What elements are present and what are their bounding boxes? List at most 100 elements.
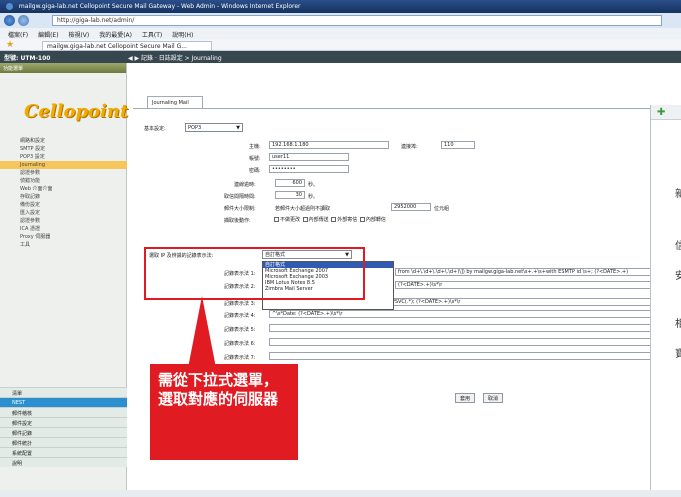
menu-favorites[interactable]: 我的最愛(A) bbox=[99, 32, 132, 39]
checkbox[interactable] bbox=[359, 217, 365, 222]
cancel-button[interactable]: 取消 bbox=[483, 393, 504, 403]
size-limit-input[interactable]: 2952000 bbox=[391, 203, 431, 211]
sidebar-item[interactable]: 認證參數 bbox=[0, 169, 127, 177]
menu-edit[interactable]: 編輯(E) bbox=[38, 32, 58, 39]
sidebar-section[interactable]: 說明 bbox=[0, 457, 127, 467]
window-title: mailgw.giga-lab.net Cellopoint Secure Ma… bbox=[18, 3, 301, 10]
size-limit-label: 郵件大小限制: bbox=[224, 206, 256, 212]
dialog-text: 新 bbox=[675, 189, 681, 200]
basic-settings-select[interactable]: POP3 ▼ bbox=[185, 123, 243, 132]
timeout-input[interactable]: 600 bbox=[275, 179, 305, 187]
url-input[interactable]: http://giga-lab.net/admin/ bbox=[52, 15, 662, 26]
regex-input-1[interactable]: from \d+\.\d+\.\d+\.\d+)\]) by mailgw.gi… bbox=[395, 268, 675, 276]
sidebar-item[interactable]: SMTP 設定 bbox=[0, 145, 127, 153]
sidebar-item[interactable]: Proxy 伺服器 bbox=[0, 233, 127, 241]
highlight-box bbox=[144, 247, 365, 300]
address-bar: http://giga-lab.net/admin/ bbox=[0, 13, 681, 28]
sidebar-section[interactable]: 系統配置 bbox=[0, 447, 127, 457]
basic-settings-value: POP3 bbox=[188, 125, 202, 131]
regex-input-5[interactable] bbox=[269, 324, 675, 332]
side-dialog: ✚ 新 信 安 相 寶 bbox=[650, 105, 681, 497]
option-label: 內部傳送 bbox=[308, 217, 329, 223]
status-bar bbox=[0, 490, 681, 497]
regex-input-7[interactable] bbox=[269, 352, 675, 360]
basic-settings-label: 基本設定: bbox=[144, 126, 166, 132]
sidebar-item[interactable]: 匯入設定 bbox=[0, 209, 127, 217]
menu-view[interactable]: 檢視(V) bbox=[68, 32, 89, 39]
dialog-text: 安 bbox=[675, 271, 681, 282]
tab-journaling-mail[interactable]: Journaling Mail bbox=[147, 96, 203, 108]
password-label: 密碼: bbox=[249, 168, 261, 174]
menu-help[interactable]: 說明(H) bbox=[172, 32, 193, 39]
dialog-text: 信 bbox=[675, 241, 681, 252]
add-icon[interactable]: ✚ bbox=[657, 107, 665, 118]
callout-pointer bbox=[188, 296, 216, 368]
sidebar-item[interactable]: 存取記錄 bbox=[0, 193, 127, 201]
sidebar-item-journaling[interactable]: Journaling bbox=[0, 161, 127, 169]
sidebar-header: 功能選單 bbox=[0, 63, 126, 73]
password-input[interactable]: •••••••• bbox=[269, 165, 349, 173]
regex-input-2[interactable]: (?<DATE>.+)\s*\r bbox=[395, 281, 675, 289]
sidebar-item[interactable]: Web 介面介面 bbox=[0, 185, 127, 193]
checkbox[interactable] bbox=[331, 217, 337, 222]
option-label: 外部寄信 bbox=[337, 217, 358, 223]
sidebar-section-list: 清單 NEST 郵件稽核 郵件設定 郵件記錄 郵件統計 系統配置 說明 bbox=[0, 387, 127, 467]
size-limit-unit: 位元組 bbox=[434, 206, 450, 212]
checkbox[interactable] bbox=[302, 217, 308, 222]
breadcrumb: ◀ ▶ 記錄 · 日誌設定 > Journaling bbox=[128, 55, 222, 62]
sidebar-section[interactable]: 清單 bbox=[0, 387, 127, 397]
timeout-unit: 秒。 bbox=[308, 182, 319, 188]
favorites-bar: ★ mailgw.giga-lab.net Cellopoint Secure … bbox=[0, 39, 681, 51]
host-label: 主機: bbox=[249, 144, 261, 150]
regex-label-7: 記錄表示法 7: bbox=[224, 355, 256, 361]
browser-title-bar: mailgw.giga-lab.net Cellopoint Secure Ma… bbox=[0, 0, 681, 13]
interval-label: 取信間隔時間: bbox=[224, 194, 256, 200]
sidebar-section[interactable]: 郵件統計 bbox=[0, 437, 127, 447]
sidebar-section[interactable]: 郵件記錄 bbox=[0, 427, 127, 437]
sidebar-item[interactable]: 認證參數 bbox=[0, 217, 127, 225]
regex-input-6[interactable] bbox=[269, 338, 675, 346]
menu-file[interactable]: 檔案(F) bbox=[8, 32, 28, 39]
account-input[interactable]: user11 bbox=[269, 153, 349, 161]
option-label: 不做更改 bbox=[280, 217, 301, 223]
interval-input[interactable]: 30 bbox=[275, 191, 305, 199]
timeout-label: 連線逾時: bbox=[234, 182, 256, 188]
instruction-callout: 需從下拉式選單，選取對應的伺服器 bbox=[150, 364, 298, 460]
sidebar-item[interactable]: POP3 設定 bbox=[0, 153, 127, 161]
checkbox[interactable] bbox=[274, 217, 279, 222]
host-input[interactable]: 192.168.1.180 bbox=[269, 141, 389, 149]
dialog-text: 相 bbox=[675, 319, 681, 330]
back-button-icon[interactable] bbox=[4, 15, 15, 26]
device-model: 型號: UTM-100 bbox=[4, 55, 51, 62]
sidebar-item[interactable]: ICA 憑證 bbox=[0, 225, 127, 233]
size-limit-text: 若郵件大小超過則不讀取 bbox=[275, 206, 331, 212]
apply-button[interactable]: 套用 bbox=[455, 393, 476, 403]
cellopoint-logo: Cellopoint bbox=[24, 101, 129, 122]
regex-input-4[interactable]: ^\s*Date: (?<DATE>.+)\s*\r bbox=[269, 310, 675, 318]
regex-label-6: 記錄表示法 6: bbox=[224, 341, 256, 347]
forward-button-icon[interactable] bbox=[18, 15, 29, 26]
chevron-down-icon: ▼ bbox=[236, 125, 240, 131]
internet-explorer-icon bbox=[6, 3, 13, 10]
port-label: 連接埠: bbox=[401, 144, 418, 150]
sidebar-item[interactable]: 偵錯功能 bbox=[0, 177, 127, 185]
sidebar-item[interactable]: 工具 bbox=[0, 241, 127, 249]
tab-divider bbox=[133, 108, 673, 109]
port-input[interactable]: 110 bbox=[441, 141, 475, 149]
sidebar-item[interactable]: 備份設定 bbox=[0, 201, 127, 209]
sidebar-section[interactable]: 郵件設定 bbox=[0, 417, 127, 427]
dialog-header bbox=[651, 105, 681, 120]
menu-tools[interactable]: 工具(T) bbox=[142, 32, 162, 39]
option-label: 內部轉信 bbox=[365, 217, 386, 223]
favorites-star-icon[interactable]: ★ bbox=[6, 40, 14, 50]
browser-menu-bar: 檔案(F) 編輯(E) 檢視(V) 我的最愛(A) 工具(T) 說明(H) bbox=[0, 28, 681, 39]
sidebar-section[interactable]: 郵件稽核 bbox=[0, 407, 127, 417]
dialog-text: 寶 bbox=[675, 349, 681, 360]
regex-label-5: 記錄表示法 5: bbox=[224, 327, 256, 333]
post-action-label: 擷取後動作: bbox=[224, 218, 251, 224]
account-label: 帳號: bbox=[249, 156, 261, 162]
interval-unit: 秒。 bbox=[308, 194, 319, 200]
browser-tab[interactable]: mailgw.giga-lab.net Cellopoint Secure Ma… bbox=[42, 41, 212, 51]
sidebar-section-selected[interactable]: NEST bbox=[0, 397, 127, 407]
sidebar-item[interactable]: 網路和設定 bbox=[0, 137, 127, 145]
